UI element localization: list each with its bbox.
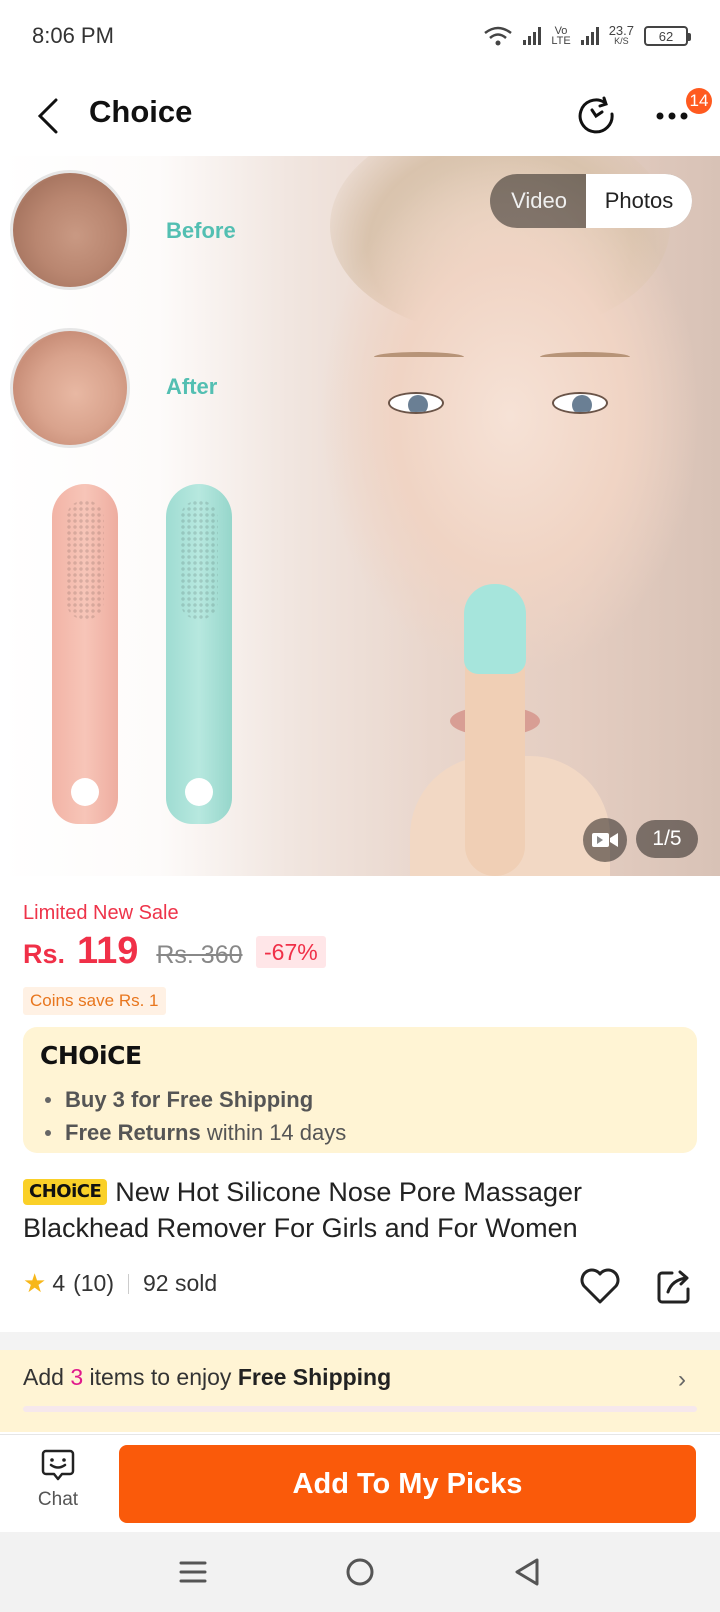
pink-brush-image [52,484,118,824]
after-label: After [166,374,218,399]
recent-apps-button[interactable] [163,1542,223,1602]
status-icons: Vo LTE 23.7 K/S 62 [483,23,691,47]
media-toggle: Video Photos [490,174,692,228]
history-icon [578,96,614,134]
discount-badge: -67% [256,936,326,968]
image-counter: 1/5 [636,820,698,858]
mint-brush-image [166,484,232,824]
notification-badge: 14 [686,88,712,114]
signal-2-icon [580,27,599,45]
video-camera-icon [592,833,618,847]
rating-value: 4 [52,1270,66,1296]
left-brow [374,352,464,362]
network-type: Vo LTE [551,25,571,47]
play-video-button[interactable] [583,818,627,862]
chat-label: Chat [37,1489,79,1510]
price-currency: Rs. [23,939,66,969]
tab-video[interactable]: Video [490,188,588,214]
rating-row[interactable]: ★ 4 (10) 92 sold [23,1268,217,1299]
home-circle-icon [346,1558,374,1586]
product-title: CHOiCE New Hot Silicone Nose Pore Massage… [23,1174,703,1246]
more-dots-icon [656,112,688,120]
share-button[interactable] [652,1264,696,1308]
heart-icon [580,1268,620,1304]
choice-benefits-box[interactable]: CHOiCE Buy 3 for Free Shipping Free Retu… [23,1027,697,1153]
after-nose-image [10,328,130,448]
battery-icon: 62 [644,26,691,46]
tab-photos[interactable]: Photos [586,174,692,228]
bottom-action-bar: Chat Add To My Picks [0,1434,720,1532]
wishlist-button[interactable] [578,1264,622,1308]
before-label: Before [166,218,236,243]
menu-icon [179,1561,207,1583]
benefit-free-shipping: Buy 3 for Free Shipping [45,1087,313,1113]
right-eye [552,392,608,414]
history-button[interactable] [574,94,618,138]
bullet-icon [45,1130,51,1136]
choice-logo: CHOiCE [40,1041,142,1070]
chat-button[interactable]: Chat [22,1447,94,1523]
signal-1-icon [523,27,542,45]
benefit-free-returns: Free Returns within 14 days [45,1120,346,1146]
chevron-right-icon: › [678,1366,686,1393]
left-eye [388,392,444,414]
system-back-button[interactable] [497,1542,557,1602]
items-needed-count: 3 [70,1364,84,1390]
top-nav-bar: Choice [0,80,720,150]
coins-badge: Coins save Rs. 1 [23,987,166,1015]
current-price: 119 [77,930,139,972]
right-brow [540,352,630,362]
page-title: Choice [89,94,193,129]
network-speed: 23.7 K/S [608,23,634,46]
back-arrow-icon [37,98,58,134]
sale-label: Limited New Sale [23,902,179,924]
original-price: Rs. 360 [156,941,243,969]
wifi-icon [484,26,513,46]
free-shipping-text: Add 3 items to enjoy Free Shipping [23,1364,392,1390]
bullet-icon [45,1097,51,1103]
shipping-progress-bar [23,1406,697,1412]
add-to-picks-button[interactable]: Add To My Picks [119,1445,696,1523]
status-time: 8:06 PM [32,23,114,48]
star-icon: ★ [23,1268,47,1298]
back-triangle-icon [515,1558,539,1586]
chat-icon [41,1449,75,1481]
system-nav-bar [0,1532,720,1612]
sold-count: 92 sold [143,1270,218,1296]
home-button[interactable] [330,1542,390,1602]
back-button[interactable] [30,96,66,136]
divider [128,1273,130,1294]
before-nose-image [10,170,130,290]
section-separator [0,1332,720,1350]
status-bar: 8:06 PM Vo LTE 23.7 K/S 62 [0,0,720,72]
free-shipping-bar[interactable]: Add 3 items to enjoy Free Shipping › [0,1350,720,1432]
silicone-finger-cap [464,584,526,674]
share-icon [657,1270,690,1304]
review-count: (10) [73,1270,115,1296]
product-image-gallery[interactable]: Before After Video Photos 1/5 [0,156,720,876]
choice-tag: CHOiCE [23,1179,108,1205]
price-row: Rs. 119 Rs. 360 [23,930,243,973]
